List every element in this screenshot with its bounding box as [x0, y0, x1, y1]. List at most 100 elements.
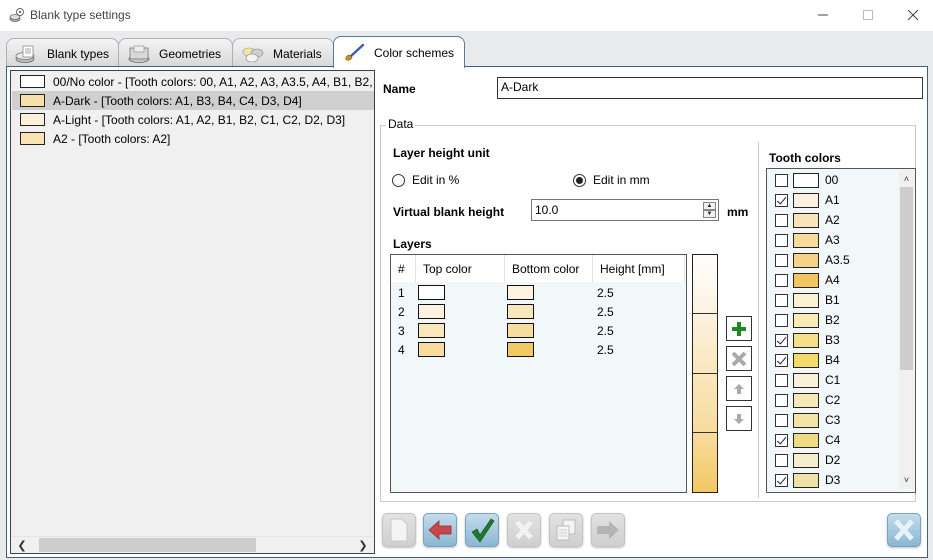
maximize-button[interactable] — [845, 0, 891, 30]
list-item[interactable]: A2 - [Tooth colors: A2] — [12, 129, 374, 148]
column-header-top-color[interactable]: Top color — [416, 255, 505, 282]
list-item[interactable]: A2 — [767, 210, 901, 230]
apply-button[interactable] — [465, 513, 499, 547]
name-input[interactable]: A-Dark — [497, 77, 923, 99]
tooth-color-checkbox[interactable] — [775, 413, 788, 427]
table-row[interactable]: 2 2.5 — [391, 302, 686, 321]
column-header-index[interactable]: # — [391, 255, 416, 282]
list-item[interactable]: 00/No color - [Tooth colors: 00, A1, A2,… — [12, 72, 374, 91]
list-item[interactable]: C4 — [767, 430, 901, 450]
list-item[interactable]: B2 — [767, 310, 901, 330]
close-window-button[interactable] — [890, 0, 933, 30]
list-item[interactable]: D2 — [767, 450, 901, 470]
move-layer-up-button[interactable] — [726, 376, 752, 401]
radio-edit-percent[interactable]: Edit in % — [392, 173, 459, 187]
column-header-bottom-color[interactable]: Bottom color — [505, 255, 593, 282]
top-color-cell[interactable] — [418, 302, 445, 321]
list-item[interactable]: A4 — [767, 270, 901, 290]
tooth-color-checkbox[interactable] — [775, 453, 788, 467]
list-item[interactable]: A3 — [767, 230, 901, 250]
bottom-color-cell[interactable] — [507, 340, 534, 359]
table-row[interactable]: 4 2.5 — [391, 340, 686, 359]
minimize-button[interactable] — [800, 0, 846, 30]
tooth-color-checkbox[interactable] — [775, 293, 788, 307]
scroll-down-icon[interactable]: ˅ — [899, 472, 914, 488]
layer-height[interactable]: 2.5 — [597, 283, 614, 302]
tooth-color-checkbox[interactable] — [775, 353, 788, 367]
top-color-swatch[interactable] — [418, 342, 445, 357]
tab-materials[interactable]: Materials — [232, 38, 334, 68]
tooth-color-checkbox[interactable] — [775, 473, 788, 487]
table-row[interactable]: 3 2.5 — [391, 321, 686, 340]
tooth-color-checkbox[interactable] — [775, 393, 788, 407]
delete-layer-button[interactable] — [726, 346, 752, 371]
list-item[interactable]: C1 — [767, 370, 901, 390]
layer-height[interactable]: 2.5 — [597, 340, 614, 359]
list-item[interactable]: D3 — [767, 470, 901, 490]
layers-grid[interactable]: # Top color Bottom color Height [mm] 1 2.… — [390, 254, 687, 493]
delete-button[interactable] — [507, 513, 541, 547]
top-color-cell[interactable] — [418, 321, 445, 340]
bottom-color-swatch[interactable] — [507, 342, 534, 357]
tooth-color-checkbox[interactable] — [775, 253, 788, 267]
list-item[interactable]: B1 — [767, 290, 901, 310]
column-header-height[interactable]: Height [mm] — [593, 255, 685, 282]
list-item[interactable]: C3 — [767, 410, 901, 430]
tooth-color-checkbox[interactable] — [775, 213, 788, 227]
tab-color-schemes[interactable]: Color schemes — [333, 36, 465, 68]
tooth-color-checkbox[interactable] — [775, 313, 788, 327]
list-item[interactable]: 00 — [767, 170, 901, 190]
tooth-color-checkbox[interactable] — [775, 273, 788, 287]
tab-blank-types[interactable]: Blank types — [6, 38, 119, 68]
list-item[interactable]: B4 — [767, 350, 901, 370]
spin-down-icon[interactable]: ▼ — [703, 210, 716, 218]
scroll-up-icon[interactable]: ˄ — [899, 171, 914, 187]
virtual-blank-height-spinner[interactable]: 10.0 ▲ ▼ — [531, 199, 719, 221]
scrollbar-thumb[interactable] — [39, 538, 256, 552]
scroll-right-icon[interactable]: ❯ — [355, 537, 371, 553]
list-item[interactable]: B3 — [767, 330, 901, 350]
layer-height[interactable]: 2.5 — [597, 321, 614, 340]
tooth-color-checkbox[interactable] — [775, 373, 788, 387]
tooth-colors-list[interactable]: 00 A1 A2 A3 A3.5 A4 B1 B2 B3 B4 C1 C2 C3 C4 D2 D3 ˄ ˅ — [766, 168, 916, 493]
vertical-scrollbar[interactable]: ˄ ˅ — [899, 170, 914, 489]
close-dialog-button[interactable] — [887, 513, 921, 547]
top-color-swatch[interactable] — [418, 304, 445, 319]
move-layer-down-button[interactable] — [726, 406, 752, 431]
list-item[interactable]: A-Light - [Tooth colors: A1, A2, B1, B2,… — [12, 110, 374, 129]
copy-button[interactable] — [549, 513, 583, 547]
table-row[interactable]: 1 2.5 — [391, 283, 686, 302]
tooth-color-checkbox[interactable] — [775, 433, 788, 447]
bottom-color-cell[interactable] — [507, 283, 534, 302]
radio-edit-mm[interactable]: Edit in mm — [573, 173, 650, 187]
top-color-cell[interactable] — [418, 283, 445, 302]
radio-button[interactable] — [392, 173, 405, 187]
tooth-color-checkbox[interactable] — [775, 173, 788, 187]
top-color-cell[interactable] — [418, 340, 445, 359]
bottom-color-swatch[interactable] — [507, 323, 534, 338]
bottom-color-cell[interactable] — [507, 302, 534, 321]
list-item[interactable]: A-Dark - [Tooth colors: A1, B3, B4, C4, … — [12, 91, 374, 110]
forward-button[interactable] — [591, 513, 625, 547]
tooth-color-checkbox[interactable] — [775, 233, 788, 247]
bottom-color-cell[interactable] — [507, 321, 534, 340]
radio-button-selected[interactable] — [573, 173, 586, 187]
add-layer-button[interactable] — [726, 316, 752, 341]
top-color-swatch[interactable] — [418, 323, 445, 338]
tooth-color-checkbox[interactable] — [775, 333, 788, 347]
top-color-swatch[interactable] — [418, 285, 445, 300]
tooth-color-checkbox[interactable] — [775, 193, 788, 207]
spinner-value[interactable]: 10.0 — [535, 203, 558, 217]
bottom-color-swatch[interactable] — [507, 304, 534, 319]
list-item[interactable]: A1 — [767, 190, 901, 210]
scrollbar-thumb[interactable] — [900, 187, 913, 370]
spin-up-icon[interactable]: ▲ — [703, 202, 716, 210]
undo-button[interactable] — [423, 513, 457, 547]
tab-geometries[interactable]: Geometries — [118, 38, 233, 68]
new-button[interactable] — [382, 513, 416, 547]
horizontal-scrollbar[interactable]: ❮ ❯ — [12, 536, 373, 552]
list-item[interactable]: C2 — [767, 390, 901, 410]
list-item[interactable]: A3.5 — [767, 250, 901, 270]
color-scheme-list[interactable]: 00/No color - [Tooth colors: 00, A1, A2,… — [10, 70, 375, 554]
layer-height[interactable]: 2.5 — [597, 302, 614, 321]
